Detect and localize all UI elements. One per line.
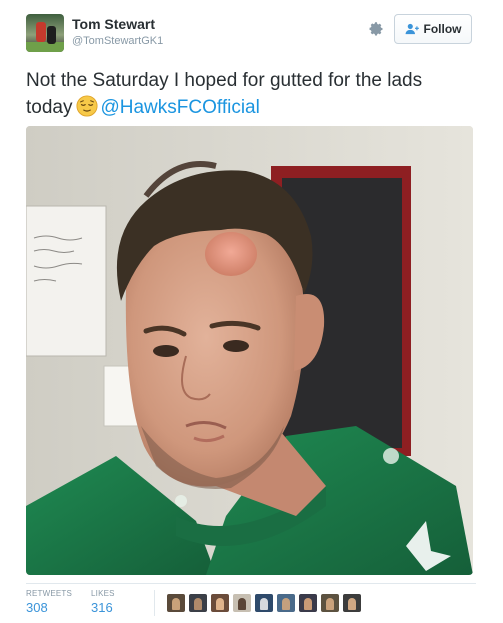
liker-avatar[interactable] (167, 594, 185, 612)
follow-button[interactable]: Follow (394, 14, 472, 44)
tweet-text-line-2: today @HawksFCOfficial (26, 94, 476, 121)
mention-link[interactable]: @HawksFCOfficial (100, 97, 259, 118)
selfie-image (26, 126, 473, 575)
add-user-icon (405, 23, 419, 35)
tweet-text-line-1: Not the Saturday I hoped for gutted for … (26, 70, 423, 91)
relieved-face-emoji-icon (76, 95, 99, 117)
author-avatar[interactable] (26, 14, 64, 52)
liker-avatar[interactable] (321, 594, 339, 612)
tweet-stats: RETWEETS 308 LIKES 316 (26, 583, 476, 619)
liker-avatar[interactable] (189, 594, 207, 612)
retweets-stat[interactable]: RETWEETS 308 (26, 589, 72, 615)
tweet-text: Not the Saturday I hoped for gutted for … (26, 67, 476, 121)
gear-icon[interactable] (367, 20, 385, 38)
liker-avatar[interactable] (211, 594, 229, 612)
stats-divider (154, 590, 155, 616)
follow-label: Follow (423, 22, 462, 36)
tweet-header: Tom Stewart @TomStewartGK1 Follow (26, 14, 476, 54)
likes-label: LIKES (91, 589, 115, 598)
author-handle[interactable]: @TomStewartGK1 (72, 35, 163, 47)
tweet-text-today: today (26, 97, 73, 118)
liker-avatar[interactable] (299, 594, 317, 612)
tweet-photo[interactable] (26, 126, 473, 575)
liker-avatar[interactable] (277, 594, 295, 612)
liker-avatar[interactable] (343, 594, 361, 612)
retweets-count[interactable]: 308 (26, 600, 72, 615)
liker-avatars (167, 594, 361, 612)
liker-avatar[interactable] (233, 594, 251, 612)
likes-count[interactable]: 316 (91, 600, 115, 615)
author-name[interactable]: Tom Stewart (72, 16, 155, 32)
liker-avatar[interactable] (255, 594, 273, 612)
retweets-label: RETWEETS (26, 589, 73, 598)
likes-stat[interactable]: LIKES 316 (91, 589, 115, 615)
